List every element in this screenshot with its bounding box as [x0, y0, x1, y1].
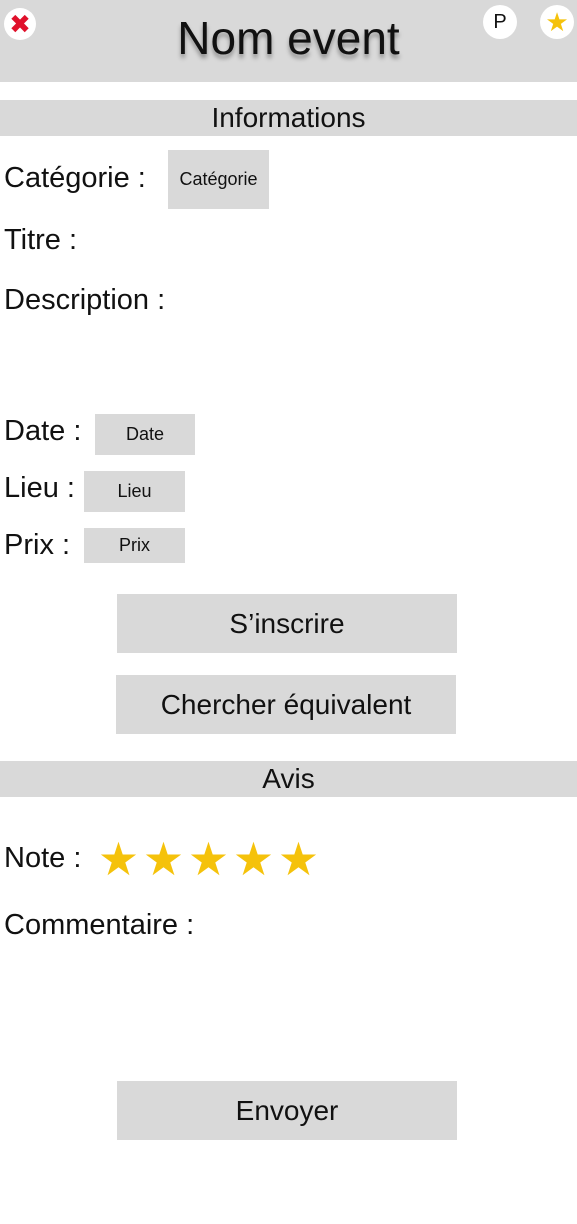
review-section-header: Avis: [0, 761, 577, 797]
find-equivalent-button[interactable]: Chercher équivalent: [116, 675, 456, 734]
comment-label: Commentaire :: [4, 909, 195, 941]
category-label: Catégorie :: [4, 162, 146, 194]
informations-section-header: Informations: [0, 100, 577, 136]
date-field[interactable]: Date: [95, 414, 195, 455]
price-field[interactable]: Prix: [84, 528, 185, 563]
rating-star-icon[interactable]: ★: [231, 834, 276, 884]
date-label: Date :: [4, 415, 82, 447]
favorite-star-icon[interactable]: ★: [540, 5, 574, 39]
rating-star-icon[interactable]: ★: [276, 834, 321, 884]
rating-star-icon[interactable]: ★: [96, 834, 141, 884]
title-label: Titre :: [4, 224, 78, 256]
header-bar: ✖ Nom event P ★: [0, 0, 577, 82]
rating-star-icon[interactable]: ★: [186, 834, 231, 884]
rating-star-icon[interactable]: ★: [141, 834, 186, 884]
profile-button[interactable]: P: [483, 5, 517, 39]
rating-label: Note :: [4, 842, 82, 874]
location-label: Lieu :: [4, 472, 75, 504]
price-label: Prix :: [4, 529, 71, 561]
category-field[interactable]: Catégorie: [168, 150, 269, 209]
send-button[interactable]: Envoyer: [117, 1081, 457, 1140]
register-button[interactable]: S’inscrire: [117, 594, 457, 653]
description-label: Description :: [4, 284, 166, 316]
location-field[interactable]: Lieu: [84, 471, 185, 512]
rating-stars[interactable]: ★ ★ ★ ★ ★: [96, 834, 321, 884]
